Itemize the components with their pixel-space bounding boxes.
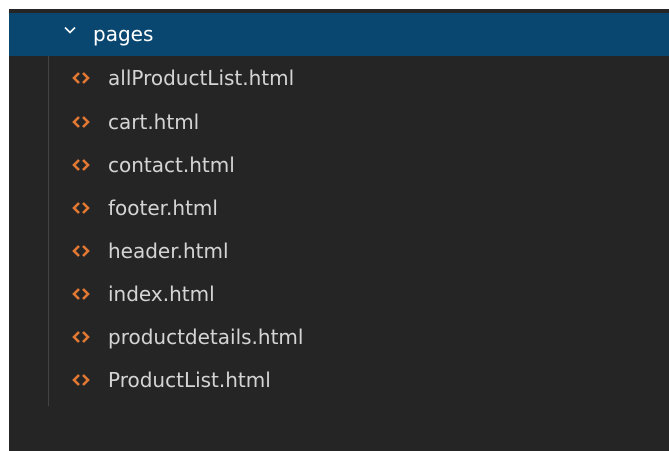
file-label: ProductList.html [108, 368, 271, 392]
file-label: index.html [108, 282, 215, 306]
html-file-icon [72, 245, 90, 257]
folder-label: pages [93, 22, 154, 46]
file-item-index[interactable]: index.html [9, 275, 669, 315]
chevron-down-icon[interactable] [63, 23, 77, 37]
file-label: footer.html [108, 196, 218, 220]
file-label: contact.html [108, 153, 235, 177]
html-file-icon [72, 116, 90, 128]
html-file-icon [72, 202, 90, 214]
file-item-footer[interactable]: footer.html [9, 189, 669, 229]
file-item-productlist[interactable]: ProductList.html [9, 361, 669, 401]
file-label: productdetails.html [108, 325, 304, 349]
folder-pages[interactable]: pages [9, 13, 669, 56]
file-item-allproductlist[interactable]: allProductList.html [9, 59, 669, 99]
html-file-icon [72, 159, 90, 171]
file-item-cart[interactable]: cart.html [9, 103, 669, 143]
file-item-contact[interactable]: contact.html [9, 146, 669, 186]
file-explorer: pages allProductList.html cart.html cont… [9, 9, 669, 451]
file-label: cart.html [108, 110, 200, 134]
file-label: allProductList.html [108, 66, 295, 90]
file-label: header.html [108, 239, 229, 263]
file-item-header[interactable]: header.html [9, 232, 669, 272]
html-file-icon [72, 331, 90, 343]
html-file-icon [72, 288, 90, 300]
html-file-icon [72, 374, 90, 386]
file-item-productdetails[interactable]: productdetails.html [9, 318, 669, 358]
html-file-icon [72, 72, 90, 84]
